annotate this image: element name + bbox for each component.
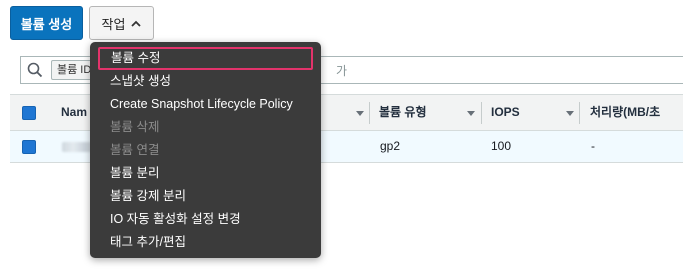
search-icon [27,62,43,78]
cell-iops: 100 [491,139,512,153]
sort-caret-icon[interactable] [356,111,364,116]
column-divider [369,102,370,124]
sort-caret-icon[interactable] [467,111,475,116]
menu-item-delete-volume: 볼륨 삭제 [110,120,160,134]
menu-item-add-edit-tags[interactable]: 태그 추가/편집 [90,231,321,254]
cell-throughput: - [591,139,595,153]
select-all-checkbox[interactable] [22,106,36,120]
menu-item-modify-volume[interactable]: 볼륨 수정 [98,47,313,70]
column-header-name[interactable]: Nam [61,95,87,130]
create-volume-button[interactable]: 볼륨 생성 [10,6,83,40]
column-header-throughput[interactable]: 처리량(MB/초 [590,95,660,130]
search-placeholder: 가 [336,64,348,78]
menu-item-attach-volume: 볼륨 연결 [110,143,160,157]
row-checkbox[interactable] [22,140,36,154]
actions-dropdown-menu: 볼륨 수정 스냅샷 생성 Create Snapshot Lifecycle P… [90,42,321,258]
actions-label: 작업 [101,16,126,32]
column-header-iops[interactable]: IOPS [491,95,520,130]
column-divider [579,102,580,124]
menu-item-change-auto-enable-io[interactable]: IO 자동 활성화 설정 변경 [90,208,321,231]
sort-caret-icon[interactable] [566,111,574,116]
actions-button[interactable]: 작업 [89,6,154,40]
chevron-up-icon [131,20,142,27]
column-header-volume-type[interactable]: 볼륨 유형 [379,95,427,130]
menu-item-create-snapshot-lifecycle-policy[interactable]: Create Snapshot Lifecycle Policy [90,93,321,116]
menu-item-create-snapshot[interactable]: 스냅샷 생성 [90,70,321,93]
menu-item-detach-volume[interactable]: 볼륨 분리 [90,162,321,185]
menu-item-force-detach-volume[interactable]: 볼륨 강제 분리 [90,185,321,208]
column-divider [481,102,482,124]
cell-volume-type: gp2 [380,139,401,153]
